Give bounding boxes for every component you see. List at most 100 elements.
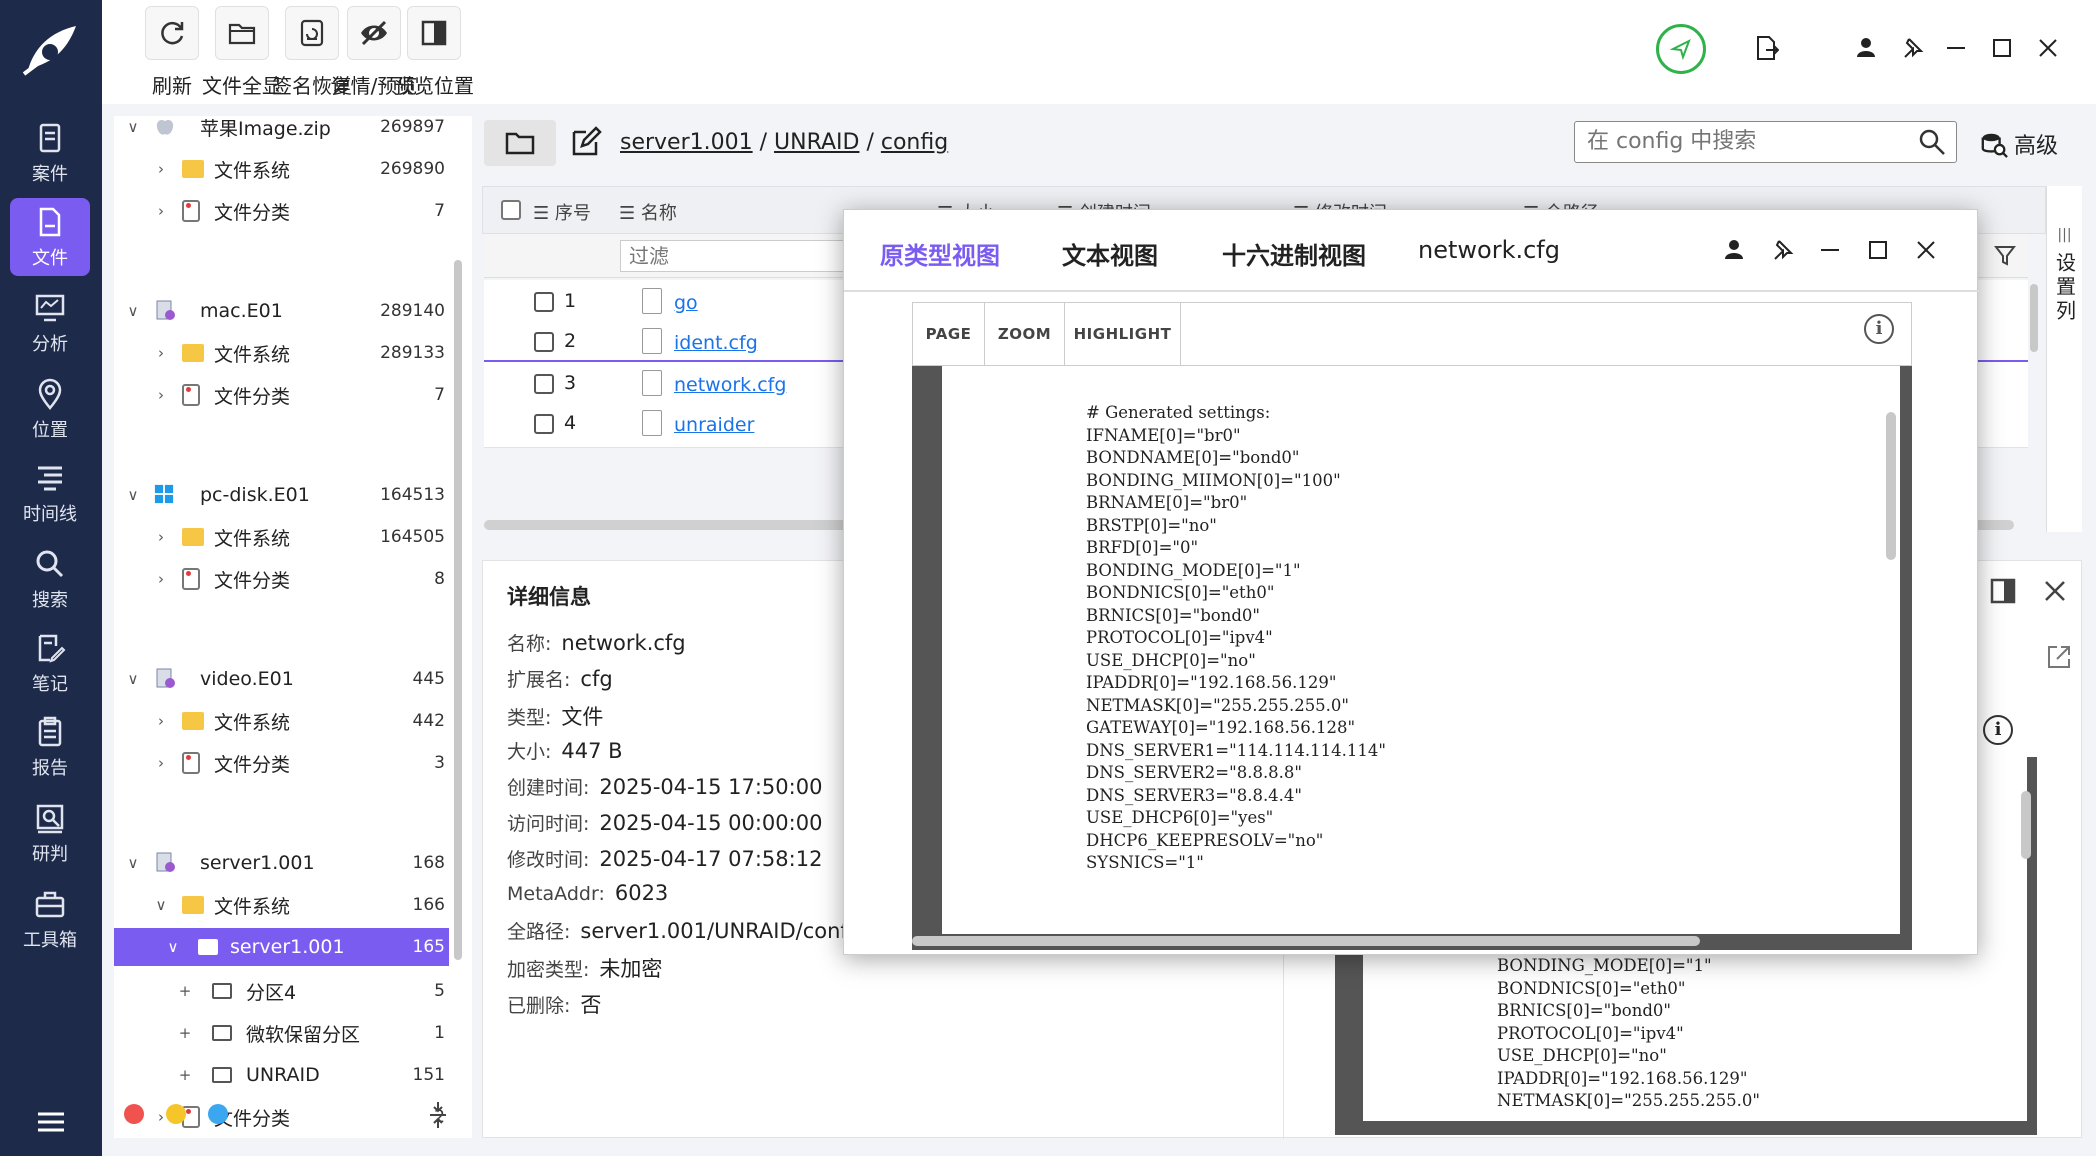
- expand-toggle-icon[interactable]: ∨: [124, 854, 142, 872]
- row-file-name[interactable]: go: [674, 292, 698, 314]
- folder-button[interactable]: [484, 120, 556, 166]
- tree-item[interactable]: ∨ video.E01 445: [114, 660, 449, 698]
- tree-item[interactable]: ∨ 文件系统 166: [114, 886, 449, 924]
- close-icon[interactable]: [2030, 30, 2066, 66]
- tree-item[interactable]: › 文件系统 164505: [114, 518, 449, 556]
- expand-toggle-icon[interactable]: ›: [152, 528, 170, 546]
- grid-vscrollbar[interactable]: [2030, 284, 2038, 352]
- expand-toggle-icon[interactable]: ∨: [164, 938, 182, 956]
- column-settings-tab[interactable]: ||| 设置列: [2046, 186, 2082, 532]
- select-all-checkbox[interactable]: [501, 200, 521, 220]
- tree-item[interactable]: ∨ mac.E01 289140: [114, 292, 449, 330]
- search-box[interactable]: [1574, 121, 1957, 163]
- tree-item[interactable]: + UNRAID 151: [114, 1056, 449, 1094]
- col-index[interactable]: ☰ 序号: [533, 199, 591, 225]
- tree-item[interactable]: › 文件分类 3: [114, 744, 449, 782]
- expand-toggle-icon[interactable]: ∨: [152, 896, 170, 914]
- expand-toggle-icon[interactable]: +: [176, 1024, 194, 1042]
- minimize-icon[interactable]: [1938, 30, 1974, 66]
- breadcrumb-item[interactable]: config: [881, 130, 948, 155]
- expand-toggle-icon[interactable]: ∨: [124, 118, 142, 136]
- nav-item[interactable]: 案件: [10, 114, 90, 192]
- tree-item[interactable]: + 分区4 5: [114, 972, 449, 1010]
- zoom-button[interactable]: ZOOM: [985, 302, 1065, 366]
- row-file-name[interactable]: network.cfg: [674, 374, 786, 396]
- tree-item[interactable]: › 文件分类 7: [114, 192, 449, 230]
- page-button[interactable]: PAGE: [913, 302, 985, 366]
- expand-toggle-icon[interactable]: ›: [152, 712, 170, 730]
- nav-item[interactable]: 工具箱: [10, 880, 90, 958]
- row-file-name[interactable]: ident.cfg: [674, 332, 758, 354]
- nav-item[interactable]: 报告: [10, 708, 90, 786]
- nav-item[interactable]: 搜索: [10, 540, 90, 618]
- expand-toggle-icon[interactable]: ∨: [124, 302, 142, 320]
- expand-toggle-icon[interactable]: ›: [152, 202, 170, 220]
- tree-item[interactable]: › 文件分类 7: [114, 376, 449, 414]
- expand-toggle-icon[interactable]: ›: [152, 386, 170, 404]
- viewer-hscrollbar[interactable]: [912, 936, 1700, 946]
- nav-item[interactable]: 笔记: [10, 624, 90, 702]
- panel-right-icon[interactable]: [1989, 577, 2017, 605]
- row-checkbox[interactable]: [534, 292, 554, 312]
- expand-toggle-icon[interactable]: ›: [152, 160, 170, 178]
- advanced-search-button[interactable]: 高级: [1980, 126, 2058, 162]
- viewer-minimize-icon[interactable]: [1812, 232, 1848, 268]
- tree-item[interactable]: ∨ server1.001 165: [114, 928, 449, 966]
- menu-icon[interactable]: [36, 1110, 66, 1134]
- tree-item[interactable]: › 文件系统 442: [114, 702, 449, 740]
- tab-native-view[interactable]: 原类型视图: [880, 236, 1000, 271]
- highlight-button[interactable]: HIGHLIGHT: [1065, 302, 1181, 366]
- nav-item[interactable]: 研判: [10, 794, 90, 872]
- nav-item[interactable]: 分析: [10, 284, 90, 362]
- maximize-icon[interactable]: [1984, 30, 2020, 66]
- tab-hex-view[interactable]: 十六进制视图: [1222, 236, 1366, 271]
- tree-item[interactable]: › 文件分类 8: [114, 560, 449, 598]
- tree-item[interactable]: ∨ 苹果Image.zip 269897: [114, 108, 449, 146]
- viewer-info-icon[interactable]: i: [1864, 314, 1894, 344]
- row-file-name[interactable]: unraider: [674, 414, 754, 436]
- nav-item[interactable]: 时间线: [10, 454, 90, 532]
- pin-icon[interactable]: [1894, 30, 1930, 66]
- export-icon[interactable]: [1748, 30, 1784, 66]
- viewer-maximize-icon[interactable]: [1860, 232, 1896, 268]
- tree-item[interactable]: › 文件分类 2: [114, 1098, 449, 1136]
- row-checkbox[interactable]: [534, 414, 554, 434]
- expand-toggle-icon[interactable]: ›: [152, 754, 170, 772]
- tree-item[interactable]: ∨ server1.001 168: [114, 844, 449, 882]
- tree-item[interactable]: › 文件系统 289133: [114, 334, 449, 372]
- row-checkbox[interactable]: [534, 374, 554, 394]
- viewer-pin-icon[interactable]: [1764, 232, 1800, 268]
- filter-icon[interactable]: [1993, 244, 2017, 266]
- close-preview-icon[interactable]: [2043, 579, 2067, 603]
- tree-item[interactable]: ∨ pc-disk.E01 164513: [114, 476, 449, 514]
- expand-toggle-icon[interactable]: ∨: [124, 670, 142, 688]
- breadcrumb-item[interactable]: server1.001: [620, 130, 753, 155]
- open-external-icon[interactable]: [2045, 643, 2073, 671]
- tab-text-view[interactable]: 文本视图: [1062, 236, 1158, 271]
- col-name[interactable]: ☰ 名称: [619, 199, 677, 225]
- expand-toggle-icon[interactable]: ›: [152, 344, 170, 362]
- viewer-vscrollbar[interactable]: [1886, 412, 1896, 560]
- search-icon[interactable]: [1918, 128, 1946, 156]
- tree-scrollbar[interactable]: [454, 260, 462, 960]
- search-input[interactable]: [1587, 129, 1897, 154]
- viewer-close-icon[interactable]: [1908, 232, 1944, 268]
- expand-toggle-icon[interactable]: ∨: [124, 486, 142, 504]
- nav-item[interactable]: 位置: [10, 370, 90, 448]
- cast-icon[interactable]: [1656, 24, 1706, 74]
- expand-toggle-icon[interactable]: +: [176, 1066, 194, 1084]
- row-checkbox[interactable]: [534, 332, 554, 352]
- tree-item[interactable]: › 文件系统 269890: [114, 150, 449, 188]
- toolbar-button[interactable]: 预览位置: [390, 6, 478, 99]
- viewer-user-icon[interactable]: [1716, 232, 1752, 268]
- collapse-all-icon[interactable]: [426, 1100, 450, 1130]
- expand-toggle-icon[interactable]: +: [176, 982, 194, 1000]
- bg-preview-scrollbar[interactable]: [2021, 791, 2031, 859]
- nav-item[interactable]: 文件: [10, 198, 90, 276]
- tree-item[interactable]: + 微软保留分区 1: [114, 1014, 449, 1052]
- expand-toggle-icon[interactable]: ›: [152, 570, 170, 588]
- breadcrumb-item[interactable]: UNRAID: [774, 130, 859, 155]
- edit-path-icon[interactable]: [570, 126, 602, 158]
- user-icon[interactable]: [1848, 30, 1884, 66]
- info-icon[interactable]: i: [1983, 715, 2013, 745]
